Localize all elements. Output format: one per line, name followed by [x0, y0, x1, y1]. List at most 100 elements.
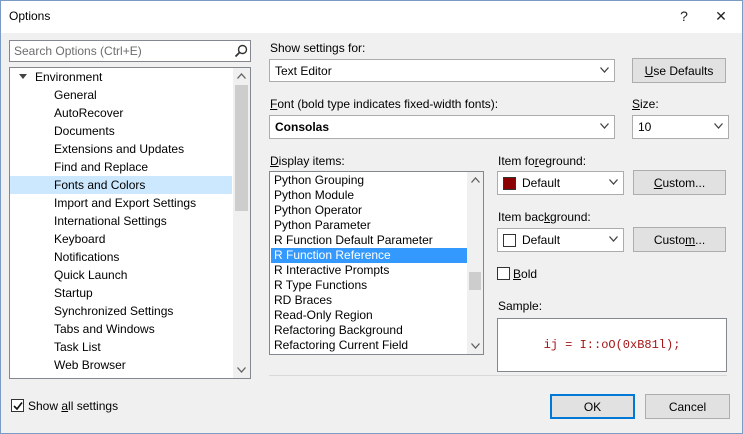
tree-item[interactable]: Keyboard: [10, 230, 232, 248]
font-value: Consolas: [275, 120, 330, 134]
tree-item-label: Startup: [54, 286, 93, 300]
expand-icon[interactable]: [21, 378, 27, 379]
item-background-value: Default: [522, 233, 561, 247]
tree-scrollbar[interactable]: [233, 68, 250, 378]
use-defaults-label: Use Defaults: [644, 63, 714, 78]
show-settings-dropdown[interactable]: Text Editor: [269, 59, 615, 82]
item-background-label: Item background:: [498, 210, 591, 224]
display-item[interactable]: Refactoring Background: [271, 323, 467, 338]
chevron-down-icon: [600, 123, 609, 129]
sample-label: Sample:: [498, 299, 543, 313]
scroll-up-icon[interactable]: [471, 177, 480, 183]
font-dropdown[interactable]: Consolas: [269, 115, 615, 139]
display-item[interactable]: Python Grouping: [271, 173, 467, 188]
display-item[interactable]: R Type Functions: [271, 278, 467, 293]
tree-item[interactable]: Quick Launch: [10, 266, 232, 284]
tree-item-label: Fonts and Colors: [54, 178, 146, 192]
display-items-scrollbar-thumb[interactable]: [469, 272, 481, 290]
tree-item-label: Documents: [54, 124, 115, 138]
scroll-down-icon[interactable]: [237, 367, 246, 373]
display-item[interactable]: Python Module: [271, 188, 467, 203]
checkmark-icon: [13, 402, 23, 411]
display-item[interactable]: RD Braces: [271, 293, 467, 308]
show-settings-value: Text Editor: [275, 63, 332, 78]
display-item[interactable]: Python Parameter: [271, 218, 467, 233]
size-label: Size:: [632, 97, 659, 111]
ok-button[interactable]: OK: [550, 394, 635, 419]
close-button[interactable]: ✕: [704, 1, 738, 31]
bold-label[interactable]: Bold: [513, 267, 537, 281]
tree-item[interactable]: AutoRecover: [10, 104, 232, 122]
tree-item[interactable]: Startup: [10, 284, 232, 302]
tree-item-label: Task List: [54, 340, 101, 354]
tree-item-cut-off: [10, 374, 232, 379]
cancel-button[interactable]: Cancel: [645, 394, 730, 419]
use-defaults-button[interactable]: Use Defaults: [632, 58, 726, 83]
tree-item[interactable]: International Settings: [10, 212, 232, 230]
scroll-up-icon[interactable]: [237, 73, 246, 79]
display-items-list[interactable]: Python Grouping Python Module Python Opera…: [269, 171, 484, 355]
search-input[interactable]: Search Options (Ctrl+E): [9, 40, 251, 62]
foreground-custom-label: Custom...: [653, 175, 706, 190]
tree-item[interactable]: Notifications: [10, 248, 232, 266]
display-item[interactable]: R Interactive Prompts: [271, 263, 467, 278]
tree-item-environment[interactable]: Environment: [10, 68, 232, 86]
foreground-color-swatch: [503, 177, 516, 190]
tree-scrollbar-thumb[interactable]: [235, 85, 248, 211]
item-foreground-dropdown[interactable]: Default: [497, 171, 624, 195]
tree-item-label: Extensions and Updates: [54, 142, 185, 156]
chevron-down-icon: [609, 236, 618, 242]
show-settings-label: Show settings for:: [270, 41, 366, 55]
tree-item[interactable]: Import and Export Settings: [10, 194, 232, 212]
display-items-scrollbar[interactable]: [467, 172, 483, 354]
help-button[interactable]: ?: [667, 1, 701, 31]
tree-item-label: Import and Export Settings: [54, 196, 197, 210]
display-item[interactable]: Refactoring Current Field: [271, 338, 467, 353]
tree-item[interactable]: Tabs and Windows: [10, 320, 232, 338]
tree-item-label: Environment: [35, 70, 103, 84]
item-foreground-value: Default: [522, 176, 561, 190]
tree-item[interactable]: Extensions and Updates: [10, 140, 232, 158]
foreground-custom-button[interactable]: Custom...: [633, 170, 726, 195]
options-tree[interactable]: Environment General AutoRecover Documents E…: [9, 67, 251, 379]
cancel-label: Cancel: [668, 399, 707, 414]
size-value: 10: [638, 120, 652, 134]
tree-item-label: Synchronized Settings: [54, 304, 174, 318]
display-item[interactable]: R Function Default Parameter: [271, 233, 467, 248]
tree-item-label: AutoRecover: [54, 106, 124, 120]
sample-preview: ij = I::oO(0xB81l);: [497, 318, 727, 372]
tree-item[interactable]: Fonts and Colors: [10, 176, 232, 194]
tree-item-label: International Settings: [54, 214, 167, 228]
background-custom-label: Custom...: [653, 232, 706, 247]
tree-item-label: Find and Replace: [54, 160, 149, 174]
tree-item[interactable]: Documents: [10, 122, 232, 140]
item-background-dropdown[interactable]: Default: [497, 228, 624, 252]
collapse-icon[interactable]: [19, 74, 27, 80]
chevron-down-icon: [714, 123, 723, 129]
display-items-label: Display items:: [270, 154, 345, 168]
chevron-down-icon: [609, 179, 618, 185]
title-bar: Options ? ✕: [1, 1, 742, 33]
separator: [269, 375, 727, 376]
size-dropdown[interactable]: 10: [632, 115, 729, 139]
tree-item[interactable]: Task List: [10, 338, 232, 356]
tree-item[interactable]: Synchronized Settings: [10, 302, 232, 320]
bold-checkbox[interactable]: [497, 267, 510, 280]
search-placeholder: Search Options (Ctrl+E): [14, 44, 142, 58]
tree-item[interactable]: Find and Replace: [10, 158, 232, 176]
font-label: Font (bold type indicates fixed-width fo…: [270, 97, 499, 111]
display-item[interactable]: Python Operator: [271, 203, 467, 218]
options-dialog: Options ? ✕ Search Options (Ctrl+E) Envi…: [0, 0, 743, 434]
scroll-down-icon[interactable]: [471, 343, 480, 349]
tree-item[interactable]: General: [10, 86, 232, 104]
display-item[interactable]: R Function Reference: [271, 248, 467, 263]
show-all-settings-checkbox[interactable]: [11, 399, 24, 412]
background-custom-button[interactable]: Custom...: [633, 227, 726, 252]
tree-item-label: Quick Launch: [54, 268, 128, 282]
background-color-swatch: [503, 234, 516, 247]
display-item[interactable]: Read-Only Region: [271, 308, 467, 323]
show-all-settings-label[interactable]: Show all settings: [28, 399, 118, 413]
search-icon: [234, 44, 248, 58]
tree-item[interactable]: Web Browser: [10, 356, 232, 374]
tree-item-label: General: [54, 88, 97, 102]
